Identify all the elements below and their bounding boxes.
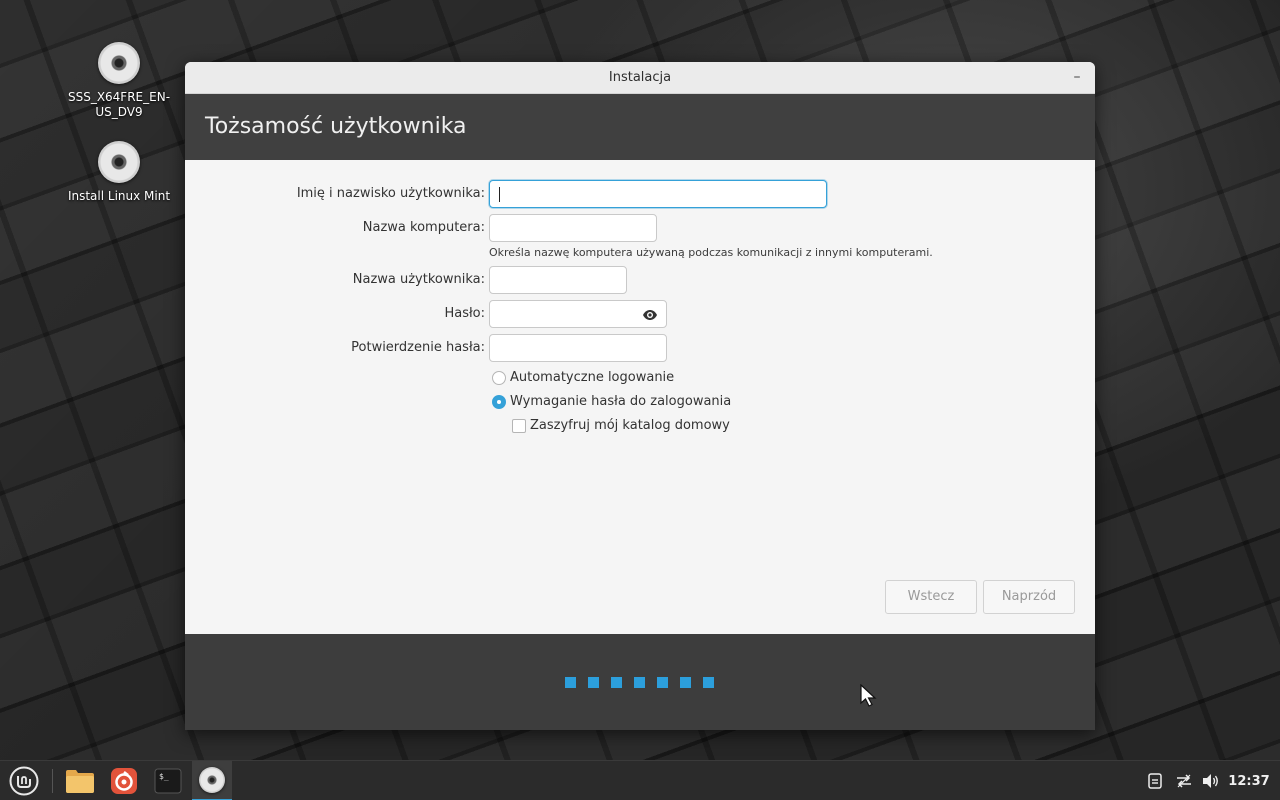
require-password-radio[interactable]: [492, 394, 506, 409]
terminal-icon: $_: [154, 768, 182, 794]
progress-step: [565, 677, 576, 688]
clock[interactable]: 12:37: [1226, 761, 1272, 800]
progress-step: [611, 677, 622, 688]
window-title: Instalacja: [608, 70, 672, 85]
username-label: Nazwa użytkownika:: [352, 272, 485, 287]
progress-indicator: [565, 677, 714, 688]
desktop-icon-dvd[interactable]: SSS_X64FRE_EN-US_DV9: [64, 42, 174, 120]
password-confirm-input[interactable]: [489, 334, 667, 362]
progress-footer: [185, 634, 1095, 730]
terminal-launcher[interactable]: $_: [148, 761, 188, 800]
window-titlebar[interactable]: Instalacja –: [185, 62, 1095, 94]
full-name-input[interactable]: [489, 180, 827, 208]
page-title: Tożsamość użytkownika: [205, 114, 467, 139]
form-area: Imię i nazwisko użytkownika: Nazwa kompu…: [185, 160, 1095, 634]
network-disconnected-icon: [1177, 774, 1191, 788]
taskbar-separator: [52, 769, 53, 793]
page-header: Tożsamość użytkownika: [185, 94, 1095, 160]
files-launcher[interactable]: [60, 761, 100, 800]
taskbar: $_ 12:37: [0, 760, 1280, 800]
volume-icon: [1203, 774, 1218, 788]
disc-icon: [98, 141, 140, 183]
encrypt-home-label: Zaszyfruj mój katalog domowy: [530, 418, 730, 433]
progress-step: [657, 677, 668, 688]
text-caret: [499, 187, 500, 202]
full-name-label: Imię i nazwisko użytkownika:: [296, 186, 485, 201]
progress-step: [703, 677, 714, 688]
encrypt-home-option[interactable]: Zaszyfruj mój katalog domowy: [512, 418, 730, 433]
menu-button[interactable]: [4, 761, 44, 800]
require-password-label: Wymaganie hasła do zalogowania: [510, 394, 732, 409]
auto-login-radio[interactable]: [492, 370, 506, 385]
notes-applet[interactable]: [1144, 761, 1166, 800]
progress-step: [680, 677, 691, 688]
password-label: Hasło:: [444, 306, 485, 321]
require-password-option[interactable]: Wymaganie hasła do zalogowania: [492, 394, 731, 409]
installer-window: Instalacja – Tożsamość użytkownika Imię …: [185, 62, 1095, 730]
network-applet[interactable]: [1172, 761, 1196, 800]
progress-step: [634, 677, 645, 688]
linux-mint-menu-icon: [9, 766, 39, 796]
back-button[interactable]: Wstecz: [885, 580, 977, 614]
desktop-icon-install-linux-mint[interactable]: Install Linux Mint: [64, 141, 174, 204]
password-confirm-label: Potwierdzenie hasła:: [351, 340, 485, 355]
username-input[interactable]: [489, 266, 627, 294]
disc-icon: [199, 767, 225, 793]
auto-login-option[interactable]: Automatyczne logowanie: [492, 370, 674, 385]
computer-name-hint: Określa nazwę komputera używaną podczas …: [489, 246, 933, 259]
progress-step: [588, 677, 599, 688]
minimize-button[interactable]: –: [1069, 62, 1085, 94]
eye-icon[interactable]: [642, 307, 658, 323]
volume-applet[interactable]: [1200, 761, 1222, 800]
browser-launcher[interactable]: [104, 761, 144, 800]
computer-name-label: Nazwa komputera:: [362, 220, 485, 235]
svg-text:$_: $_: [159, 772, 169, 781]
disc-icon: [98, 42, 140, 84]
password-input[interactable]: [489, 300, 667, 328]
notes-icon: [1148, 773, 1162, 789]
computer-name-input[interactable]: [489, 214, 657, 242]
auto-login-label: Automatyczne logowanie: [510, 370, 675, 385]
desktop-icon-label: SSS_X64FRE_EN-US_DV9: [67, 90, 171, 119]
browser-icon: [111, 768, 137, 794]
encrypt-home-checkbox[interactable]: [512, 418, 526, 433]
installer-taskbar-item[interactable]: [192, 761, 232, 800]
desktop-icon-label: Install Linux Mint: [67, 189, 171, 203]
next-button[interactable]: Naprzód: [983, 580, 1075, 614]
mouse-pointer-icon: [860, 684, 877, 707]
folder-icon: [66, 770, 94, 793]
